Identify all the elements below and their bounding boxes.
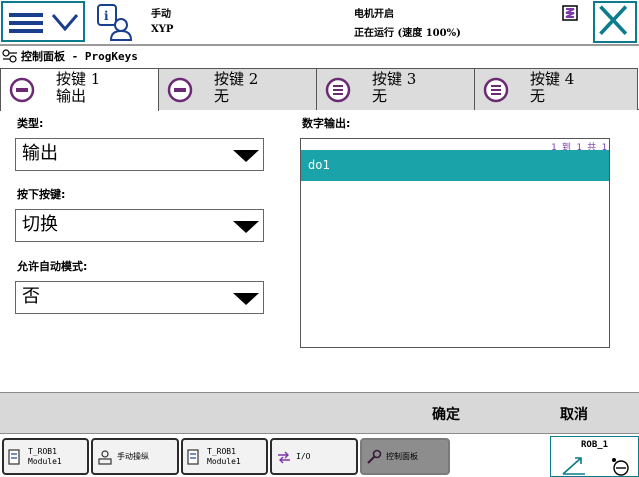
tab-key-2[interactable]: 按键 2 无 <box>158 68 317 110</box>
tab-label: 按键 4 <box>530 70 575 88</box>
quickset-robot-button[interactable]: ROB_1 <box>550 436 639 477</box>
page-title: 控制面板 - ProgKeys <box>21 50 138 63</box>
list-item-label: do1 <box>308 158 330 172</box>
tab-value: 无 <box>372 87 388 105</box>
type-label: 类型: <box>17 117 44 130</box>
tab-key-4[interactable]: 按键 4 无 <box>474 68 638 110</box>
task-label: 控制面板 <box>386 452 418 461</box>
task-program-editor-1[interactable]: T_ROB1 Module1 <box>2 438 89 475</box>
dropdown-arrow-icon <box>233 150 259 162</box>
press-key-label: 按下按键: <box>17 188 66 201</box>
program-icon <box>8 449 20 465</box>
dropdown-arrow-icon <box>233 221 259 233</box>
tab-value: 无 <box>214 87 230 105</box>
tab-label: 按键 1 <box>56 70 101 88</box>
svg-text:i: i <box>104 9 109 23</box>
tab-value: 输出 <box>56 87 87 105</box>
tab-indicator-icon <box>167 77 193 103</box>
task-label: T_ROB1 Module1 <box>28 447 62 466</box>
control-panel-icon <box>2 49 17 63</box>
auto-mode-dropdown[interactable]: 否 <box>15 281 264 314</box>
cancel-button[interactable]: 取消 <box>560 404 588 424</box>
tab-indicator-icon <box>9 77 35 103</box>
task-control-panel[interactable]: 控制面板 <box>360 438 450 475</box>
hamburger-icon <box>9 13 43 33</box>
task-io[interactable]: I/O <box>270 438 358 475</box>
tab-value: 无 <box>530 87 546 105</box>
event-log-icon[interactable] <box>562 5 578 21</box>
main-menu-button[interactable] <box>1 1 85 42</box>
type-dropdown[interactable]: 输出 <box>15 138 264 171</box>
status-bar: i 手动 XYP 电机开启 正在运行 (速度 100%) <box>0 0 639 46</box>
tab-key-3[interactable]: 按键 3 无 <box>316 68 475 110</box>
operating-mode: 手动 <box>151 9 171 20</box>
program-icon <box>187 449 199 465</box>
io-icon <box>278 451 290 464</box>
tab-indicator-icon <box>325 77 351 103</box>
jogging-icon <box>98 450 112 465</box>
run-status: 正在运行 (速度 100%) <box>354 28 461 39</box>
close-icon <box>599 5 628 35</box>
list-item[interactable]: do1 <box>301 150 609 181</box>
task-label: 手动操纵 <box>117 452 149 461</box>
tab-label: 按键 2 <box>214 70 259 88</box>
tab-label: 按键 3 <box>372 70 417 88</box>
task-label: I/O <box>296 452 311 461</box>
user-info-icon[interactable]: i <box>95 3 135 41</box>
command-bar: 确定 取消 <box>0 392 639 434</box>
active-tool: XYP <box>151 24 174 35</box>
task-jogging[interactable]: 手动操纵 <box>91 438 179 475</box>
digital-output-list[interactable]: 1 到 1 共 1 do1 <box>300 138 610 348</box>
type-value: 输出 <box>22 143 58 164</box>
digital-output-label: 数字输出: <box>302 117 351 130</box>
press-key-dropdown[interactable]: 切换 <box>15 209 264 242</box>
auto-mode-label: 允许自动模式: <box>17 260 88 273</box>
press-key-value: 切换 <box>22 214 58 235</box>
ok-button[interactable]: 确定 <box>432 404 460 424</box>
auto-mode-value: 否 <box>22 286 40 307</box>
key-tabs: 按键 1 输出 按键 2 无 按键 3 无 按键 4 无 <box>0 68 639 111</box>
page-header: 控制面板 - ProgKeys <box>0 46 639 66</box>
tab-indicator-icon <box>483 77 509 103</box>
dropdown-arrow-icon <box>233 293 259 305</box>
chevron-down-icon <box>51 14 79 32</box>
wrench-icon <box>367 449 382 464</box>
close-button[interactable] <box>593 1 637 43</box>
robot-name: ROB_1 <box>581 440 609 450</box>
task-program-editor-2[interactable]: T_ROB1 Module1 <box>181 438 268 475</box>
task-label: T_ROB1 Module1 <box>207 447 241 466</box>
motor-status: 电机开启 <box>354 9 394 20</box>
taskbar: T_ROB1 Module1 手动操纵 T_ROB1 Module1 I/O 控制面… <box>0 434 639 477</box>
coordinate-system-icon <box>562 457 629 476</box>
tab-key-1[interactable]: 按键 1 输出 <box>0 68 159 111</box>
